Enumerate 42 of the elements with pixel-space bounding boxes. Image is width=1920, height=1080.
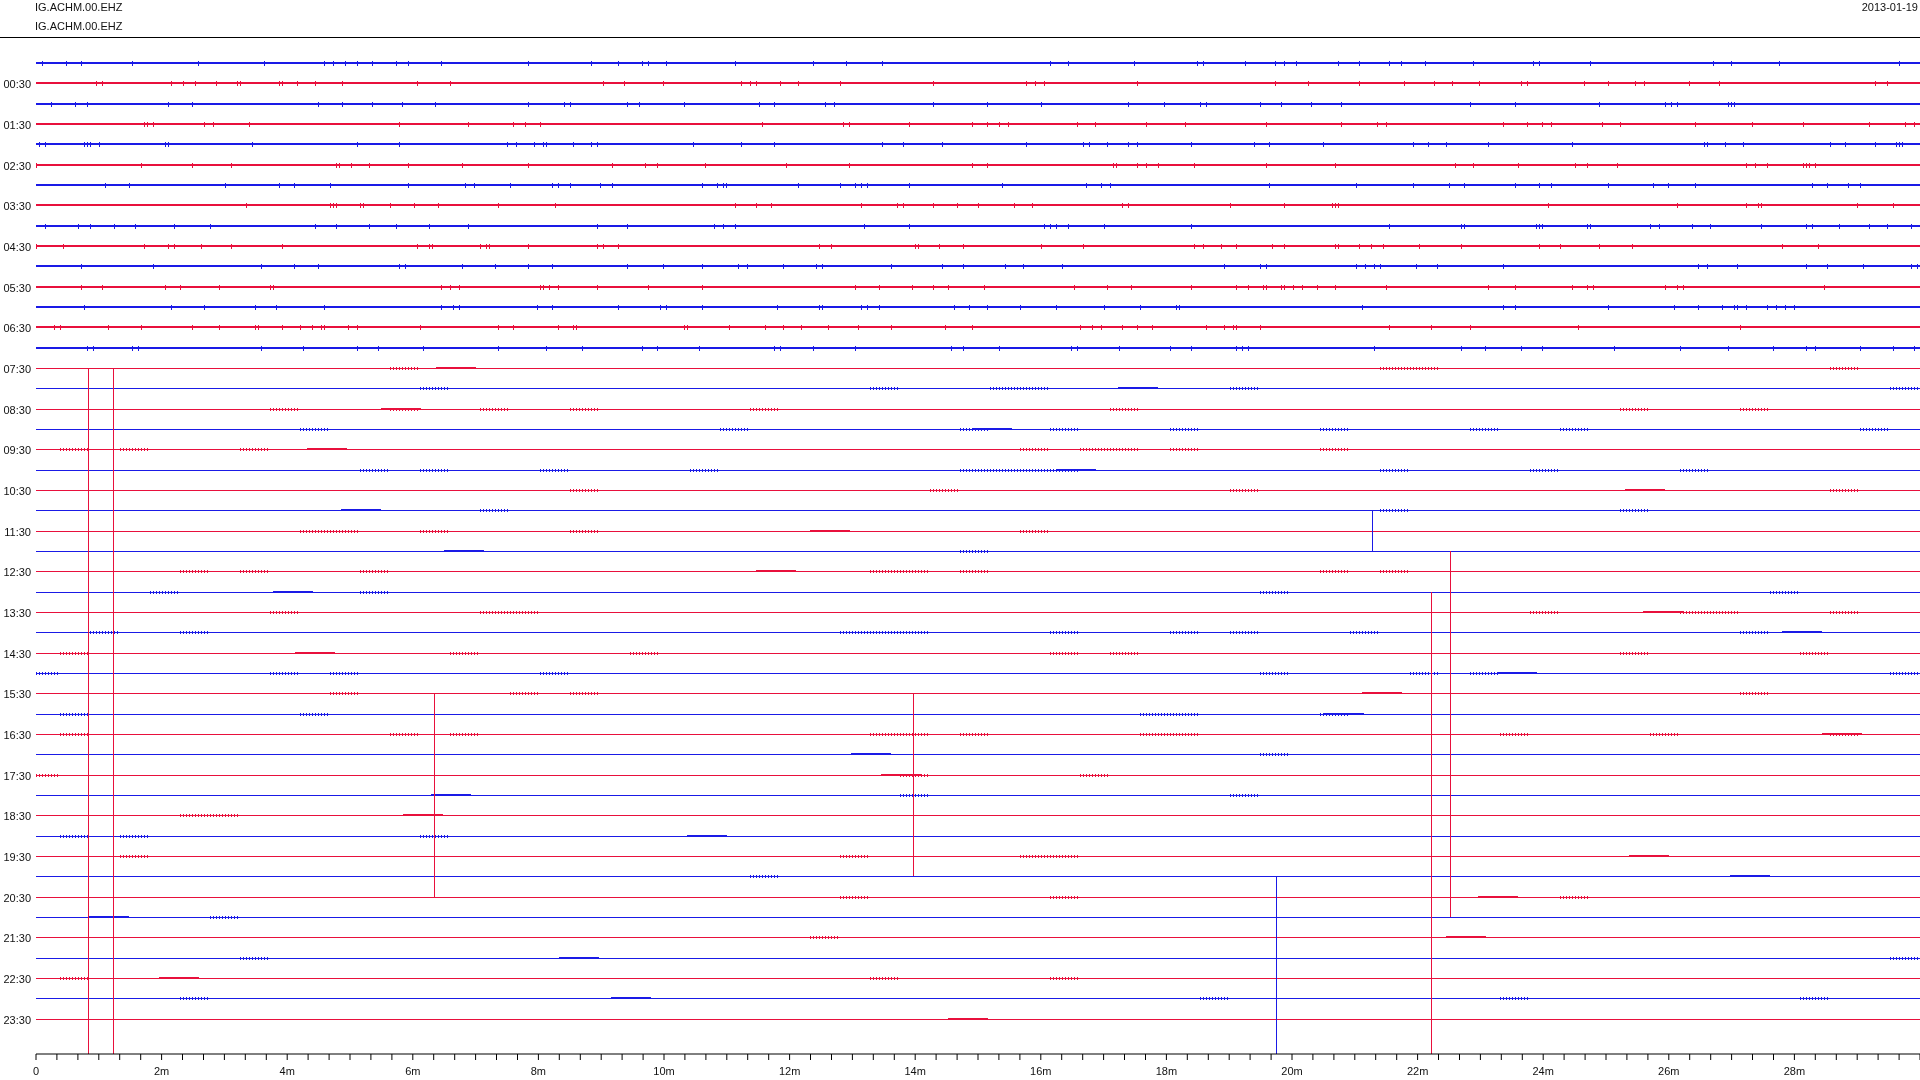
- time-label: 10:30: [3, 484, 31, 497]
- time-label: 14:30: [3, 647, 31, 660]
- time-label: 02:30: [3, 159, 31, 172]
- time-label: 19:30: [3, 850, 31, 863]
- time-label: 22:30: [3, 972, 31, 985]
- time-label: 00:30: [3, 77, 31, 90]
- time-label: 07:30: [3, 362, 31, 375]
- time-label: 17:30: [3, 769, 31, 782]
- axis-tick-label: 18m: [1155, 1065, 1178, 1077]
- time-label: 13:30: [3, 606, 31, 619]
- time-label: 03:30: [3, 199, 31, 212]
- axis-tick-label: 0: [32, 1065, 40, 1077]
- time-label: 12:30: [3, 565, 31, 578]
- time-label: 06:30: [3, 321, 31, 334]
- time-label: 11:30: [4, 525, 31, 538]
- axis-tick-label: 12m: [778, 1065, 801, 1077]
- axis-tick-label: 10m: [653, 1065, 675, 1077]
- channel-label: IG.ACHM.00.EHZ: [35, 1, 123, 14]
- time-label: 15:30: [3, 687, 31, 700]
- time-label: 23:30: [3, 1013, 31, 1026]
- time-label: 09:30: [3, 443, 31, 456]
- axis-tick-label: 26m: [1658, 1065, 1680, 1077]
- time-label: 21:30: [3, 931, 31, 944]
- time-label: 05:30: [3, 281, 31, 294]
- time-label: 20:30: [3, 891, 31, 904]
- date-label: 2013-01-19: [1861, 0, 1918, 15]
- time-label: 08:30: [3, 403, 31, 416]
- axis-tick-label: 4m: [279, 1065, 295, 1077]
- axis-tick-label: 6m: [405, 1065, 421, 1077]
- axis-tick-label: 22m: [1406, 1065, 1429, 1077]
- axis-tick-label: 16m: [1030, 1065, 1052, 1077]
- time-label: 18:30: [3, 809, 31, 822]
- axis-tick-label: 2m: [153, 1065, 170, 1077]
- axis-tick-label: 14m: [904, 1065, 926, 1077]
- axis-tick-label: 28m: [1783, 1065, 1806, 1077]
- axis-tick-label: 24m: [1532, 1065, 1554, 1077]
- time-label: 01:30: [3, 118, 31, 131]
- axis-tick-label: 8m: [530, 1065, 547, 1077]
- time-label: 16:30: [3, 728, 31, 741]
- channel-label: IG.ACHM.00.EHZ: [35, 20, 123, 33]
- axis-tick-label: 20m: [1281, 1065, 1303, 1077]
- time-label: 04:30: [3, 240, 31, 253]
